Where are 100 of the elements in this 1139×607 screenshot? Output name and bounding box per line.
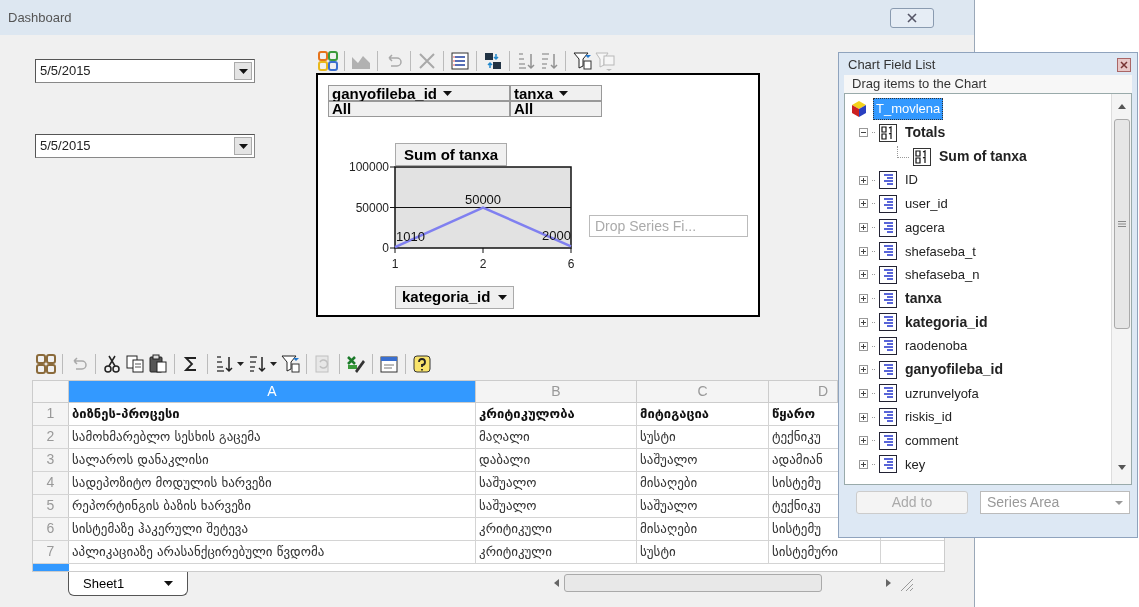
- tree-item[interactable]: shefaseba_t: [905, 241, 976, 262]
- expand-icon[interactable]: [859, 412, 868, 422]
- copy-icon[interactable]: [125, 353, 145, 374]
- expand-icon[interactable]: [859, 436, 868, 446]
- date-dropdown[interactable]: 5/5/2015: [35, 59, 255, 83]
- cube-icon: [851, 100, 867, 118]
- field-icon: [879, 408, 897, 427]
- tree-item[interactable]: uzrunvelyofa: [905, 383, 979, 404]
- caret-icon: [498, 295, 508, 300]
- caret-icon[interactable]: [270, 361, 277, 366]
- filter-field-button[interactable]: tanxa: [510, 85, 602, 101]
- close-button[interactable]: [890, 7, 934, 28]
- autofilter-icon[interactable]: [280, 353, 300, 374]
- caret-icon: [164, 581, 173, 586]
- tree-item[interactable]: ID: [905, 170, 918, 190]
- caret-icon: [1115, 500, 1123, 505]
- close-button[interactable]: [1117, 58, 1131, 72]
- tree-item[interactable]: Totals: [905, 122, 946, 144]
- resize-grip-icon[interactable]: [898, 576, 914, 592]
- table-cell: საშუალო: [637, 495, 769, 517]
- expand-icon[interactable]: [859, 270, 868, 280]
- tree-item[interactable]: shefaseba_n: [905, 265, 980, 285]
- close-icon: [1120, 61, 1128, 69]
- measure-icon: [913, 147, 931, 166]
- data-label: 1010: [396, 229, 425, 245]
- help-icon[interactable]: [412, 353, 432, 374]
- field-icon: [879, 313, 897, 332]
- table-cell: სისტემური: [769, 541, 881, 563]
- field-icon: [879, 242, 897, 261]
- table-cell: რეპორტინგის ბაზის ხარვეზი: [69, 495, 476, 517]
- scroll-right-icon[interactable]: [886, 579, 892, 587]
- table-cell: სადეპოზიტო მოდულის ხარვეზი: [69, 472, 476, 494]
- tree-item[interactable]: user_id: [905, 194, 948, 214]
- tree-item[interactable]: agcera: [905, 217, 945, 238]
- y-tick-label: 0: [382, 241, 389, 255]
- expand-icon[interactable]: [859, 294, 868, 304]
- scrollbar-thumb[interactable]: [1113, 119, 1130, 329]
- data-label: 50000: [464, 191, 502, 207]
- field-icon: [879, 194, 897, 213]
- close-icon: [907, 12, 917, 23]
- table-cell: აპლიკაციაზე არასანქცირებული წვდომა: [69, 541, 476, 563]
- sheet-tab[interactable]: Sheet1: [68, 572, 188, 596]
- tree-item[interactable]: Sum of tanxa: [939, 146, 1027, 168]
- expand-icon[interactable]: [859, 341, 868, 351]
- date-dropdown[interactable]: 5/5/2015: [35, 134, 255, 158]
- tree-item[interactable]: raodenoba: [905, 336, 968, 356]
- expand-icon[interactable]: [859, 223, 868, 233]
- table-cell: კრიტიკული: [476, 518, 637, 540]
- cut-icon[interactable]: [102, 353, 122, 374]
- caret-icon: [238, 143, 248, 149]
- tree-item[interactable]: comment: [905, 431, 959, 451]
- expand-icon[interactable]: [859, 388, 868, 398]
- filter-value[interactable]: All: [328, 101, 510, 117]
- tree-item[interactable]: kategoria_id: [905, 311, 988, 333]
- field-icon: [879, 360, 897, 379]
- expand-icon[interactable]: [859, 459, 868, 469]
- filter-field-button[interactable]: ganyofileba_id: [328, 85, 510, 101]
- table-cell: კრიტიკული: [476, 541, 637, 563]
- switch-row-column-icon[interactable]: [483, 50, 503, 71]
- expand-icon[interactable]: [859, 365, 868, 375]
- tree-item[interactable]: tanxa: [905, 288, 942, 310]
- tree-item[interactable]: riskis_id: [905, 407, 952, 427]
- field-icon: [879, 265, 897, 284]
- scroll-up-icon[interactable]: [1117, 104, 1126, 109]
- expand-icon[interactable]: [859, 175, 868, 185]
- caret-icon[interactable]: [237, 361, 244, 366]
- commands-icon[interactable]: [379, 353, 399, 374]
- paste-icon[interactable]: [148, 353, 168, 374]
- horizontal-scrollbar[interactable]: [564, 574, 822, 592]
- panel-hint: Drag items to the Chart: [844, 75, 1132, 93]
- table-cell: მაღალი: [476, 426, 637, 448]
- table-cell: სამოხმარებლო სესხის გაცემა: [69, 426, 476, 448]
- sort-descending-icon[interactable]: [247, 353, 267, 374]
- field-icon: [879, 455, 897, 474]
- field-icon: [879, 431, 897, 450]
- category-field-button[interactable]: kategoria_id: [395, 286, 515, 309]
- table-cell: დაბალი: [476, 449, 637, 471]
- filter-value[interactable]: All: [510, 101, 602, 117]
- export-icon[interactable]: [346, 353, 366, 374]
- tree-item[interactable]: key: [905, 454, 926, 475]
- grip-icon: [1117, 221, 1126, 227]
- tree-item[interactable]: ganyofileba_id: [905, 359, 1004, 381]
- table-cell: სისტემაზე ჰაკერული შეტევა: [69, 518, 476, 540]
- panel-title: Chart Field List: [848, 56, 936, 75]
- expand-icon[interactable]: [859, 199, 868, 209]
- scroll-left-icon[interactable]: [554, 579, 560, 587]
- window-title: Dashboard: [8, 8, 72, 27]
- sort-ascending-icon[interactable]: [214, 353, 234, 374]
- caret-icon: [238, 68, 248, 74]
- expand-icon[interactable]: [859, 317, 868, 327]
- table-cell: მისაღები: [637, 472, 769, 494]
- field-list-icon[interactable]: [450, 50, 470, 71]
- collapse-icon[interactable]: [859, 128, 868, 138]
- x-tick-label: 1: [391, 257, 399, 271]
- scroll-down-icon[interactable]: [1117, 465, 1126, 470]
- chart-title: Sum of tanxa: [395, 143, 508, 166]
- table-cell: მიტიგაცია: [637, 403, 769, 425]
- expand-icon[interactable]: [859, 246, 868, 256]
- autofilter-icon[interactable]: [572, 50, 592, 71]
- vertical-scrollbar[interactable]: [1111, 94, 1131, 484]
